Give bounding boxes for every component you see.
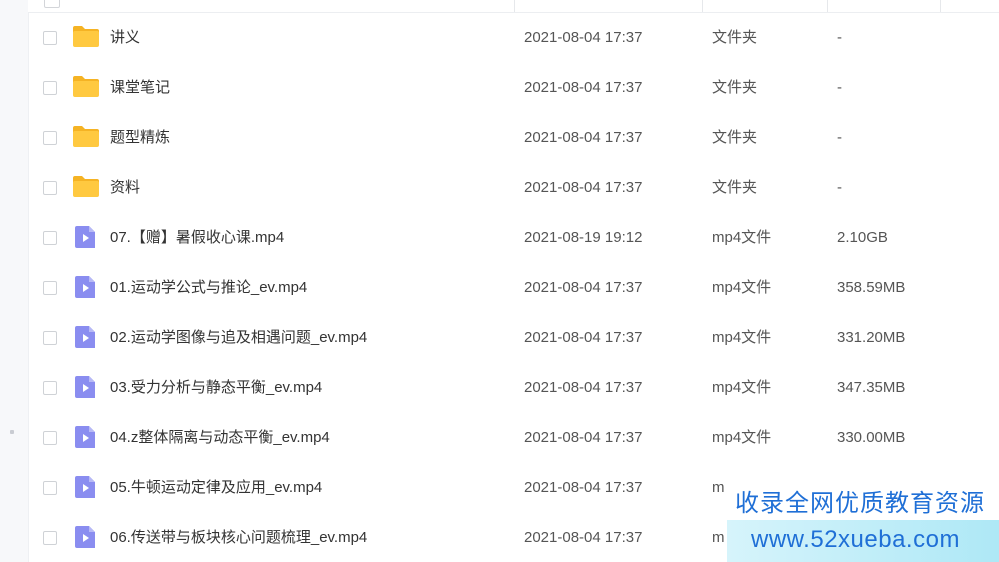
file-row[interactable]: 资料 2021-08-04 17:37 文件夹 -	[28, 163, 999, 213]
row-checkbox[interactable]	[43, 31, 57, 45]
file-name[interactable]: 01.运动学公式与推论_ev.mp4	[110, 279, 307, 297]
folder-icon	[72, 125, 100, 149]
file-type: m	[712, 479, 725, 496]
file-name[interactable]: 资料	[110, 179, 140, 197]
video-file-icon	[72, 325, 100, 349]
modified-time: 2021-08-04 17:37	[524, 429, 643, 446]
modified-time: 2021-08-04 17:37	[524, 529, 643, 546]
file-manager-window: 讲义 2021-08-04 17:37 文件夹 - 课堂笔记 2021-08-04 17:…	[0, 0, 999, 562]
sidebar-marker	[10, 430, 14, 434]
file-type: 文件夹	[712, 79, 758, 96]
file-row[interactable]: 02.运动学图像与追及相遇问题_ev.mp4 2021-08-04 17:37 mp…	[28, 313, 999, 363]
file-type: mp4文件	[712, 329, 772, 346]
file-type: 文件夹	[712, 29, 758, 46]
modified-time: 2021-08-04 17:37	[524, 79, 643, 96]
file-row[interactable]: 07.【赠】暑假收心课.mp4 2021-08-19 19:12 mp4文件 2.10…	[28, 213, 999, 263]
row-checkbox[interactable]	[43, 181, 57, 195]
file-name[interactable]: 05.牛顿运动定律及应用_ev.mp4	[110, 479, 322, 497]
watermark-url: www.52xueba.com	[751, 526, 960, 553]
modified-time: 2021-08-04 17:37	[524, 129, 643, 146]
file-type: m	[712, 529, 725, 546]
file-type: mp4文件	[712, 229, 772, 246]
row-checkbox[interactable]	[43, 481, 57, 495]
row-checkbox[interactable]	[43, 531, 57, 545]
video-file-icon	[72, 525, 100, 549]
file-name[interactable]: 03.受力分析与静态平衡_ev.mp4	[110, 379, 322, 397]
modified-time: 2021-08-04 17:37	[524, 379, 643, 396]
watermark: 收录全网优质教育资源 www.52xueba.com	[727, 484, 999, 562]
file-row[interactable]: 讲义 2021-08-04 17:37 文件夹 -	[28, 13, 999, 63]
modified-time: 2021-08-04 17:37	[524, 179, 643, 196]
row-checkbox[interactable]	[43, 231, 57, 245]
column-divider[interactable]	[827, 0, 828, 12]
video-file-icon	[72, 225, 100, 249]
file-row[interactable]: 01.运动学公式与推论_ev.mp4 2021-08-04 17:37 mp4文件 3…	[28, 263, 999, 313]
file-size: 331.20MB	[837, 329, 906, 346]
file-row[interactable]: 题型精炼 2021-08-04 17:37 文件夹 -	[28, 113, 999, 163]
file-row[interactable]: 03.受力分析与静态平衡_ev.mp4 2021-08-04 17:37 mp4文件…	[28, 363, 999, 413]
modified-time: 2021-08-04 17:37	[524, 279, 643, 296]
file-size: 358.59MB	[837, 279, 906, 296]
column-divider[interactable]	[702, 0, 703, 12]
video-file-icon	[72, 475, 100, 499]
file-row[interactable]: 04.z整体隔离与动态平衡_ev.mp4 2021-08-04 17:37 mp4文…	[28, 413, 999, 463]
folder-icon	[72, 75, 100, 99]
row-checkbox[interactable]	[43, 381, 57, 395]
file-name[interactable]: 课堂笔记	[110, 79, 170, 97]
file-type: mp4文件	[712, 429, 772, 446]
row-checkbox[interactable]	[43, 331, 57, 345]
folder-icon	[72, 25, 100, 49]
folder-icon	[72, 175, 100, 199]
modified-time: 2021-08-19 19:12	[524, 229, 643, 246]
row-checkbox[interactable]	[43, 431, 57, 445]
file-list-header	[28, 0, 999, 13]
modified-time: 2021-08-04 17:37	[524, 29, 643, 46]
video-file-icon	[72, 425, 100, 449]
file-list: 讲义 2021-08-04 17:37 文件夹 - 课堂笔记 2021-08-04 17:…	[28, 13, 999, 562]
video-file-icon	[72, 275, 100, 299]
video-file-icon	[72, 375, 100, 399]
file-type: mp4文件	[712, 279, 772, 296]
file-size: 2.10GB	[837, 229, 888, 246]
row-checkbox[interactable]	[43, 131, 57, 145]
file-name[interactable]: 07.【赠】暑假收心课.mp4	[110, 229, 284, 247]
modified-time: 2021-08-04 17:37	[524, 329, 643, 346]
file-name[interactable]: 讲义	[110, 29, 140, 47]
file-name[interactable]: 04.z整体隔离与动态平衡_ev.mp4	[110, 429, 330, 447]
row-checkbox[interactable]	[43, 281, 57, 295]
file-type: mp4文件	[712, 379, 772, 396]
file-size: 330.00MB	[837, 429, 906, 446]
file-size: -	[837, 179, 842, 196]
row-checkbox[interactable]	[43, 81, 57, 95]
modified-time: 2021-08-04 17:37	[524, 479, 643, 496]
file-name[interactable]: 06.传送带与板块核心问题梳理_ev.mp4	[110, 529, 367, 547]
watermark-slogan: 收录全网优质教育资源	[735, 490, 985, 517]
column-divider[interactable]	[940, 0, 941, 12]
file-size: -	[837, 129, 842, 146]
file-type: 文件夹	[712, 129, 758, 146]
file-size: -	[837, 29, 842, 46]
file-type: 文件夹	[712, 179, 758, 196]
file-size: 347.35MB	[837, 379, 906, 396]
file-name[interactable]: 02.运动学图像与追及相遇问题_ev.mp4	[110, 329, 367, 347]
file-name[interactable]: 题型精炼	[110, 129, 170, 147]
file-size: -	[837, 79, 842, 96]
left-sidebar-edge	[0, 0, 29, 562]
select-all-checkbox[interactable]	[44, 0, 60, 8]
file-row[interactable]: 课堂笔记 2021-08-04 17:37 文件夹 -	[28, 63, 999, 113]
column-divider[interactable]	[514, 0, 515, 12]
